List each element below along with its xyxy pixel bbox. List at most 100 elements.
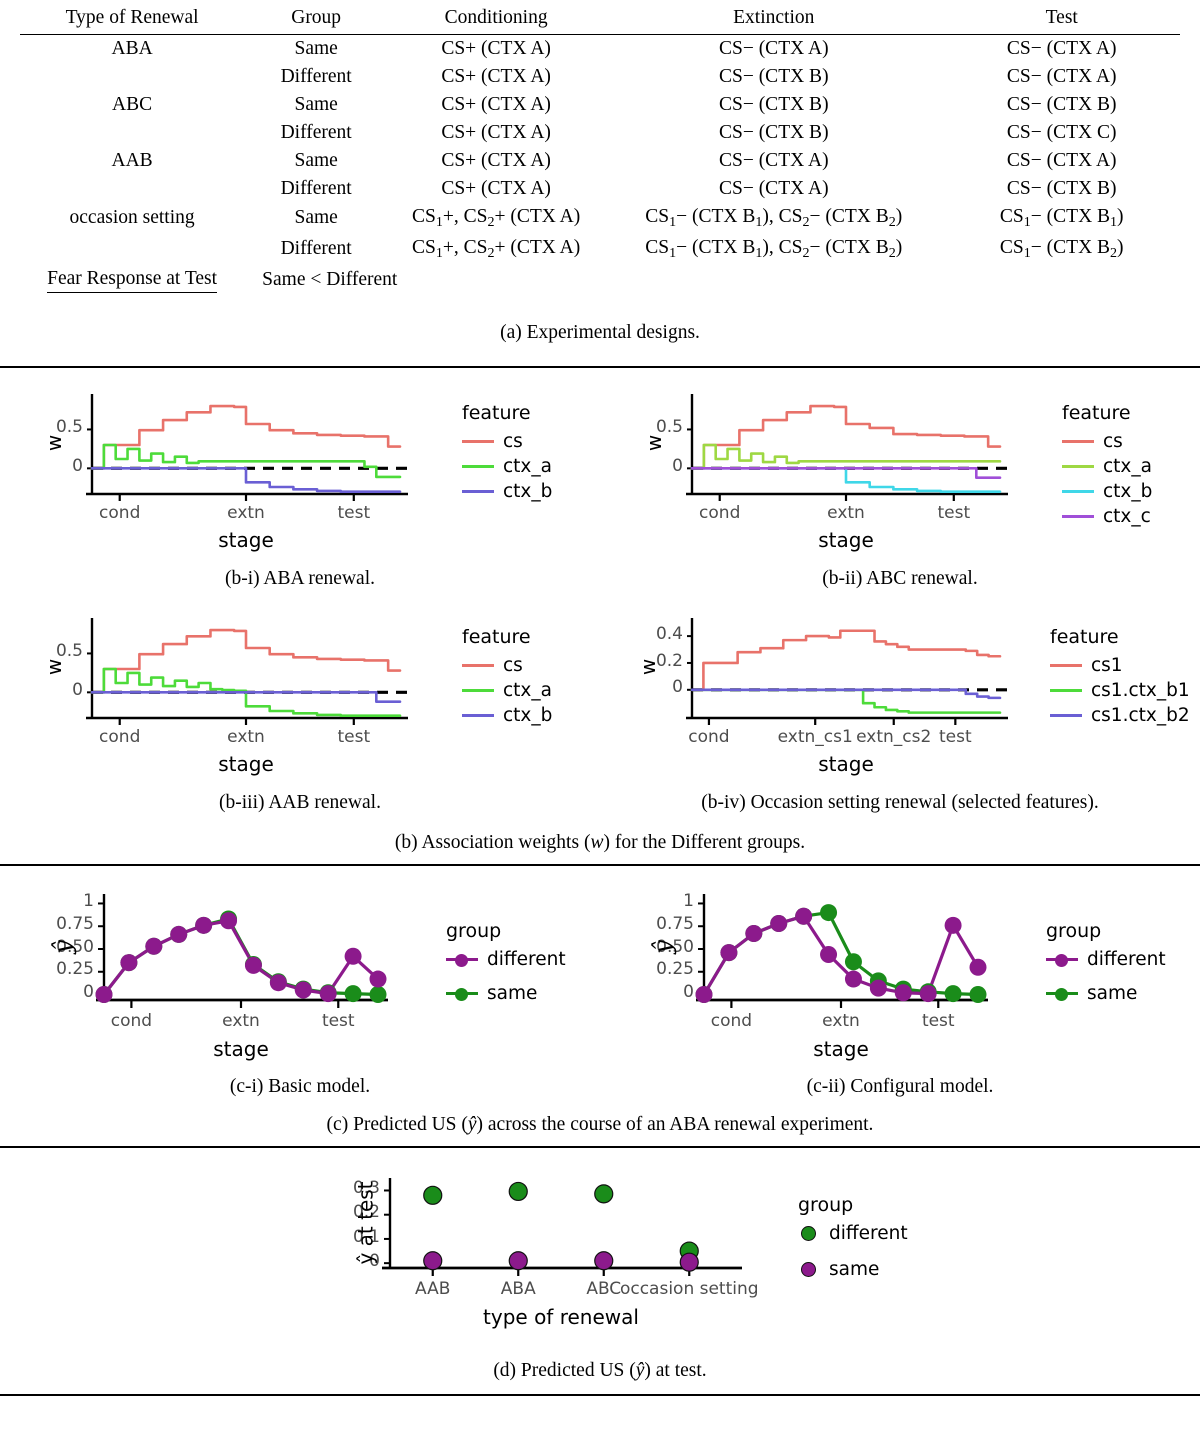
legend-item-cs1[interactable]: cs1 (1050, 655, 1190, 676)
legend-item-different[interactable]: different (1046, 949, 1166, 970)
table-row: ABC Same CS+ (CTX A) CS− (CTX B) CS− (CTX B) (20, 91, 1180, 119)
legend-item-cs[interactable]: cs (462, 655, 552, 676)
fear-response-value: Same < Different (262, 269, 398, 291)
series-line-cs1.ctx_b2 (690, 688, 1002, 700)
legend-color-swatch (1050, 688, 1082, 692)
x-axis-label: stage (813, 1036, 869, 1061)
panel-c-ii: 0 0.25 0.50 0.75 1 cond extn test ŷ stage group dif… (600, 880, 1200, 1074)
col-header-extinction: Extinction (604, 4, 944, 35)
y-axis-label: w (642, 434, 667, 452)
legend: feature cs ctx_a ctx_b ctx_c (1062, 402, 1152, 531)
legend-label: cs1.ctx_b1 (1091, 679, 1190, 701)
cell-group: Different (280, 238, 352, 260)
data-point-same (508, 1250, 528, 1271)
cell-test: CS− (CTX A) (1006, 66, 1117, 87)
legend-label: cs1.ctx_b2 (1091, 704, 1190, 726)
data-point-different (195, 916, 213, 934)
legend-item-cs1.ctx_b2[interactable]: cs1.ctx_b2 (1050, 705, 1190, 726)
cell-type (20, 175, 244, 203)
data-point-same (344, 984, 362, 1002)
data-point-same (594, 1250, 614, 1271)
subcaption-row-b-bottom: (b-iii) AAB renewal. (b-iv) Occasion set… (0, 792, 1200, 814)
legend-item-ctx_b[interactable]: ctx_b (1062, 481, 1152, 502)
legend-color-swatch (446, 987, 478, 1002)
cell-type (20, 234, 244, 265)
legend-label: cs (503, 430, 523, 452)
caption-d: (d) Predicted US (ŷ) at test. (493, 1359, 707, 1381)
caption-a: (a) Experimental designs. (500, 321, 700, 343)
table-row: ABA Same CS+ (CTX A) CS− (CTX A) CS− (CTX A) (20, 35, 1180, 64)
section-b: 0 0.5 cond extn test w stage feature cs ctx_a ctx_… (0, 380, 1200, 854)
series-line-ctx_a (690, 443, 1002, 470)
cell-group: Different (280, 178, 352, 199)
col-header-conditioning: Conditioning (388, 4, 605, 35)
rule-after-c (0, 1145, 1200, 1148)
legend-color-swatch (1050, 663, 1082, 667)
legend-label: same (1087, 982, 1138, 1004)
y-axis-label: w (42, 434, 67, 452)
cell-group: Different (280, 66, 352, 87)
legend-item-ctx_c[interactable]: ctx_c (1062, 506, 1152, 527)
chart-b-ii: 0 0.5 cond extn test w stage feature cs ctx_a ctx_… (600, 380, 1160, 564)
chart-d: 0 0.1 0.2 0.3 AAB ABA ABC occasion setting ŷ at … (280, 1166, 920, 1346)
cell-conditioning: CS+ (CTX A) (441, 66, 551, 87)
legend-label: ctx_b (1103, 480, 1153, 502)
data-point-different (508, 1181, 528, 1201)
legend-label: different (1087, 948, 1166, 970)
legend-color-swatch (446, 953, 478, 968)
legend-label: different (487, 948, 566, 970)
cell-extinction: CS− (CTX B) (718, 122, 829, 143)
legend-item-ctx_a[interactable]: ctx_a (462, 680, 552, 701)
col-header-test: Test (943, 4, 1180, 35)
legend-label: ctx_a (1103, 455, 1152, 477)
legend-label: same (829, 1258, 880, 1280)
table-row: occasion setting Same CS1+, CS2+ (CTX A) CS… (20, 203, 1180, 234)
legend-item-ctx_b[interactable]: ctx_b (462, 481, 552, 502)
legend-item-same[interactable]: same (1046, 983, 1166, 1004)
data-point-different (120, 954, 138, 972)
data-point-different (795, 907, 813, 925)
fear-response-label: Fear Response at Test (47, 268, 218, 293)
table-footer-row: Fear Response at Test Same < Different (20, 265, 1180, 296)
data-point-different (820, 945, 838, 963)
table-row: Different CS+ (CTX A) CS− (CTX B) CS− (CTX … (20, 63, 1180, 91)
legend-title: feature (462, 401, 531, 424)
legend-item-different[interactable]: different (446, 949, 566, 970)
legend-item-cs[interactable]: cs (462, 431, 552, 452)
data-point-different (919, 984, 937, 1002)
data-point-different (319, 984, 337, 1002)
legend-item-cs[interactable]: cs (1062, 431, 1152, 452)
data-point-same (844, 953, 862, 971)
legend-label: ctx_a (503, 679, 552, 701)
cell-type: occasion setting (69, 207, 195, 229)
subcaption-row-b-top: (b-i) ABA renewal. (b-ii) ABC renewal. (0, 568, 1200, 590)
table-header-row: Type of Renewal Group Conditioning Extin… (20, 4, 1180, 35)
legend-item-cs1.ctx_b1[interactable]: cs1.ctx_b1 (1050, 680, 1190, 701)
caption-b-iv: (b-iv) Occasion setting renewal (selecte… (701, 791, 1099, 813)
legend-title: feature (462, 625, 531, 648)
col-header-type: Type of Renewal (20, 4, 245, 35)
data-point-different (220, 912, 238, 930)
data-point-different (594, 1184, 614, 1204)
legend-label: different (829, 1222, 908, 1244)
col-header-group: Group (244, 4, 389, 35)
data-point-same (944, 984, 962, 1002)
legend-item-ctx_b[interactable]: ctx_b (462, 705, 552, 726)
x-axis-label: stage (213, 1036, 269, 1061)
rule-after-d (0, 1393, 1200, 1396)
legend: group different same (1046, 920, 1166, 1017)
legend-item-same[interactable]: same (798, 1259, 908, 1280)
legend-item-ctx_a[interactable]: ctx_a (1062, 456, 1152, 477)
data-point-different (269, 974, 287, 992)
legend-label: ctx_c (1103, 505, 1151, 527)
chart-b-iii: 0 0.5 cond extn test w stage feature cs ctx_a ctx_… (0, 604, 560, 788)
series-line-same (702, 910, 980, 996)
data-point-different (170, 925, 188, 943)
chart-b-iv: 0 0.2 0.4 cond extn_cs1 extn_cs2 test w stage fea… (600, 604, 1190, 788)
legend-color-swatch (462, 663, 494, 667)
chart-c-i: 0 0.25 0.50 0.75 1 cond extn test ŷ stage group dif… (0, 880, 566, 1074)
legend-item-same[interactable]: same (446, 983, 566, 1004)
legend-item-ctx_a[interactable]: ctx_a (462, 456, 552, 477)
legend-item-different[interactable]: different (798, 1223, 908, 1244)
data-point-different (894, 984, 912, 1002)
